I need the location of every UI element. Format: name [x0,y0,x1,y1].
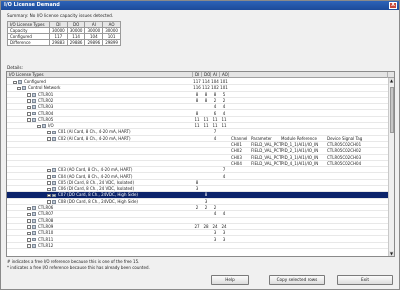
details-grid[interactable]: I/O License Types DI DO AI AO Configured… [6,71,395,257]
tree-node-icon [52,180,56,185]
tree-node-icon [42,124,46,129]
expand-toggle-icon[interactable] [27,112,31,116]
tree-node-icon [52,174,56,179]
grid-header: I/O License Types DI DO AI AO [7,72,394,78]
row-name: CTLR12 [38,242,54,248]
col-header-ao[interactable]: AO [220,72,229,78]
tree-node-icon [52,199,56,204]
expand-toggle-icon[interactable] [13,80,17,84]
tree-node-icon [32,111,36,116]
tree-node-icon [32,105,36,110]
expand-toggle-icon[interactable] [27,212,31,217]
expand-toggle-icon[interactable] [47,193,51,198]
note-free-15: # indicates a free I/O reference because… [7,259,140,264]
expand-toggle-icon[interactable] [37,124,41,129]
tree-node-icon [32,117,36,122]
expand-toggle-icon[interactable] [27,206,31,210]
summary-cell: 29886 [66,39,86,46]
summary-cell: Difference [7,39,50,46]
tree-node-icon [32,237,36,242]
io-license-demand-window: I/O License Demand X Summary: No I/O lic… [0,0,400,290]
summary-header-types: I/O License Types [7,21,50,28]
tree-node-icon [22,86,26,91]
expand-toggle-icon[interactable] [27,118,31,122]
summary-cell: 30000 [49,27,68,34]
expand-toggle-icon[interactable] [47,137,51,141]
tree-node-icon [52,130,56,135]
col-header-do[interactable]: DO [202,72,211,78]
summary-cell: 29896 [84,39,104,46]
tree-node-icon [32,225,36,229]
expand-toggle-icon[interactable] [17,86,21,91]
tree-node-icon [52,193,56,198]
expand-toggle-icon[interactable] [27,238,31,242]
expand-toggle-icon[interactable] [47,187,51,192]
expand-toggle-icon[interactable] [47,175,51,179]
summary-cell: 30000 [66,27,86,34]
summary-table: I/O License Types DI DO AI AO Capacity 3… [7,21,121,46]
expand-toggle-icon[interactable] [27,105,31,110]
col-header-ai[interactable]: AI [211,72,220,78]
summary-cell: 29899 [102,39,121,46]
details-label: Details: [7,65,23,70]
expand-toggle-icon[interactable] [27,219,31,223]
expand-toggle-icon[interactable] [27,225,31,229]
col-header-blank [229,72,388,78]
expand-toggle-icon[interactable] [27,231,31,236]
expand-toggle-icon[interactable] [27,93,31,97]
scroll-up-icon[interactable]: ▲ [389,78,394,83]
scroll-down-icon[interactable]: ▼ [389,251,394,256]
help-button[interactable]: Help [211,275,249,285]
tree-node-icon [32,92,36,97]
tree-node-icon [32,212,36,217]
tree-node-icon [18,80,22,84]
note-already-counted: * indicates a free I/O reference because… [7,265,150,270]
tree-node-icon [32,231,36,236]
expand-toggle-icon[interactable] [27,244,31,248]
expand-toggle-icon[interactable] [47,130,51,135]
copy-selected-rows-button[interactable]: Copy selected rows [269,275,325,285]
tree-node-icon [32,243,36,248]
col-header-types[interactable]: I/O License Types [7,72,193,78]
window-title-bar: I/O License Demand X [1,1,399,10]
tree-node-icon [32,218,36,223]
tree-node-icon [32,99,36,103]
summary-row-difference: Difference 29883 29886 29896 29899 [7,39,121,46]
tree-node-icon [52,187,56,192]
col-header-di[interactable]: DI [193,72,202,78]
tree-node-icon [32,206,36,210]
summary-cell: 30000 [102,27,121,34]
tree-node-icon [52,136,56,141]
table-row[interactable]: CTLR12 [7,242,388,250]
expand-toggle-icon[interactable] [27,99,31,103]
summary-text: Summary: No I/O license capacity issues … [7,13,114,18]
summary-cell: 29883 [49,39,68,46]
expand-toggle-icon[interactable] [47,181,51,185]
exit-button[interactable]: Exit [337,275,393,285]
expand-toggle-icon[interactable] [47,168,51,173]
vertical-scrollbar[interactable]: ▲ ▼ [388,78,394,256]
close-icon[interactable]: X [389,2,397,9]
scroll-thumb[interactable] [390,87,394,133]
expand-toggle-icon[interactable] [47,200,51,204]
tree-node-icon [52,168,56,173]
window-title: I/O License Demand [4,2,60,8]
summary-cell: 30000 [84,27,104,34]
